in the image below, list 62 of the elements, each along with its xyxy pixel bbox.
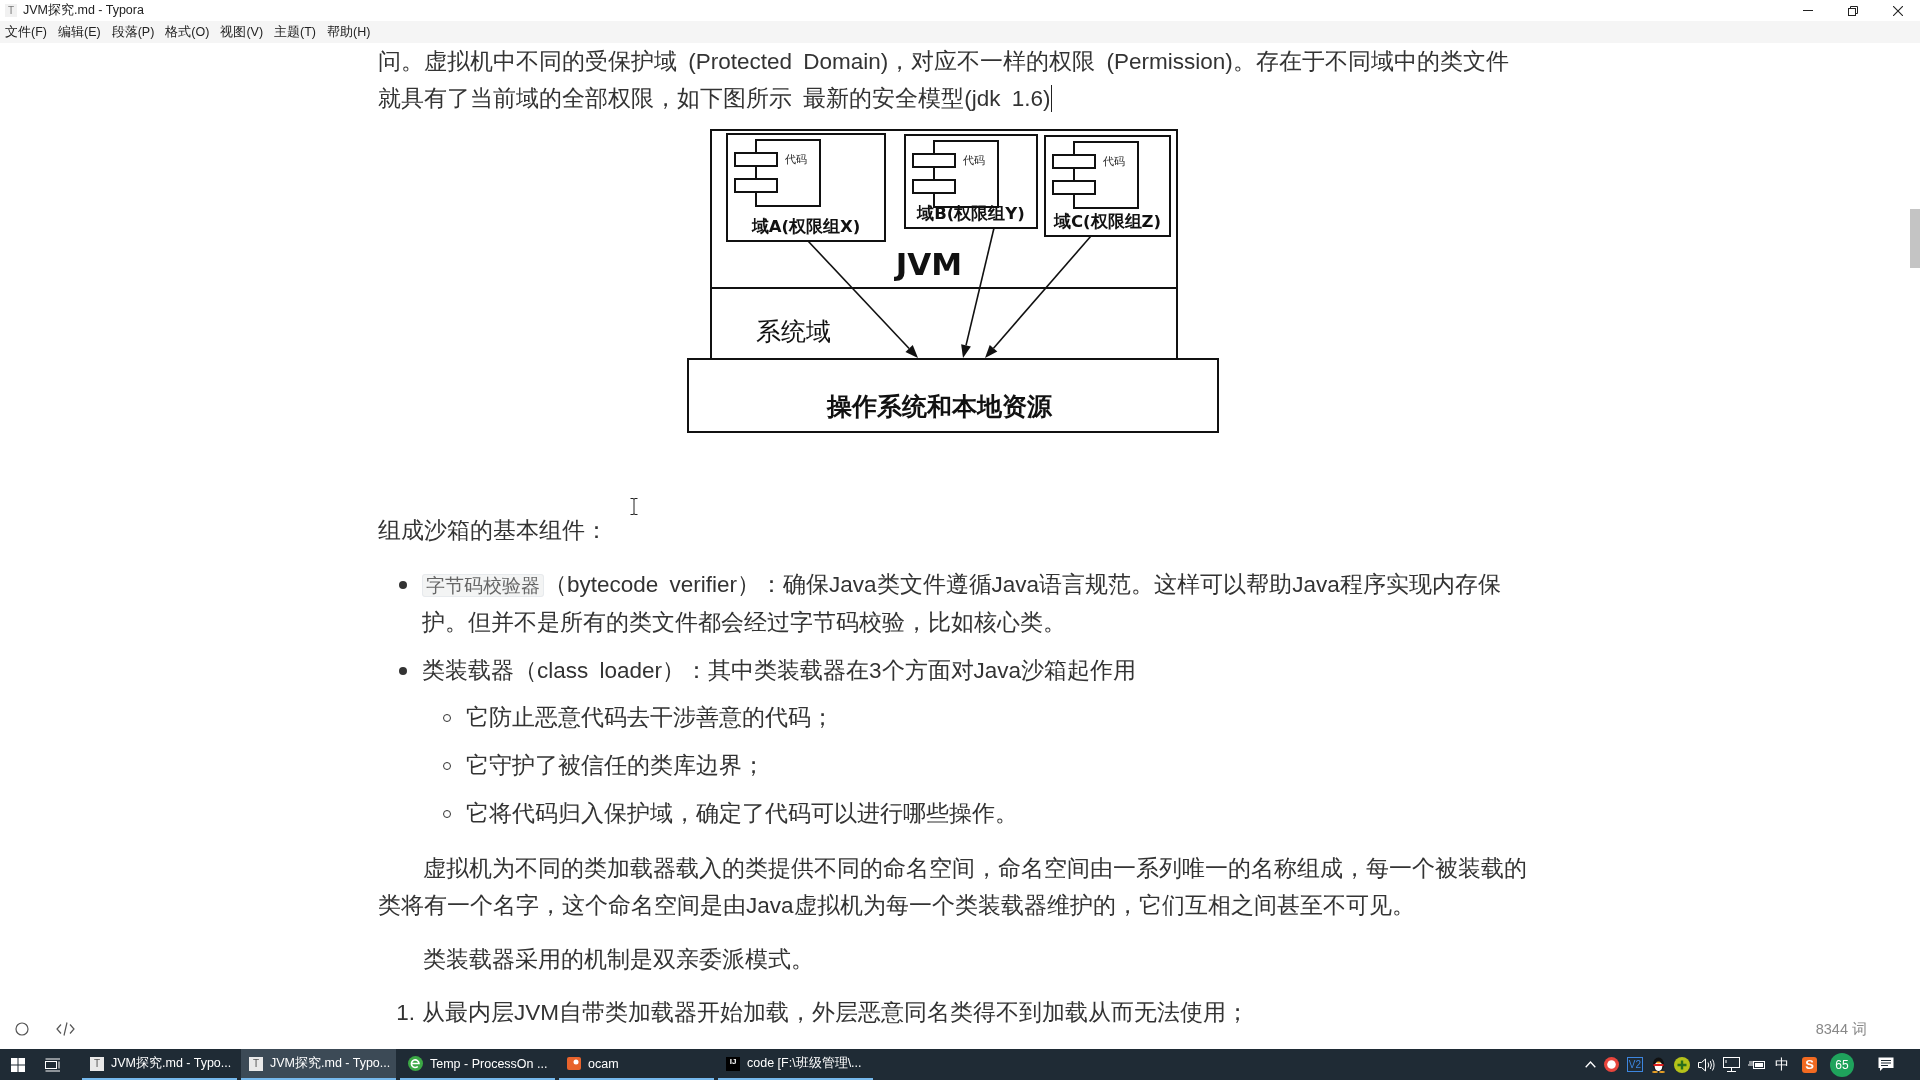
window-panes-icon (10, 1057, 25, 1072)
restore-icon (1847, 5, 1858, 16)
list-number: 1. (395, 999, 416, 1027)
menu-item[interactable]: 帮助(H) (326, 22, 372, 42)
plus-badge-icon[interactable] (1674, 1056, 1690, 1073)
notification-icon[interactable] (1878, 1057, 1894, 1072)
tray-app-icon[interactable]: V2 (1626, 1057, 1643, 1072)
chevron-up-icon[interactable] (1584, 1061, 1596, 1068)
battery-icon[interactable] (1748, 1058, 1766, 1071)
close-icon (1892, 5, 1903, 16)
input-method-indicator[interactable]: 中 (1775, 1055, 1789, 1074)
code-icon[interactable] (56, 1022, 75, 1036)
circle-icon[interactable] (15, 1022, 29, 1036)
speaker-icon[interactable] (1698, 1057, 1715, 1072)
code-label: 代码 (785, 153, 807, 166)
bullet-icon (399, 666, 407, 675)
text-cursor-icon (630, 498, 638, 515)
minimize-icon (1802, 10, 1813, 11)
menu-item[interactable]: 编辑(E) (56, 22, 102, 42)
penguin-icon[interactable] (1651, 1056, 1666, 1073)
paragraph: 类装载器采用的机制是双亲委派模式。 (422, 946, 815, 974)
menu-item[interactable]: 文件(F) (4, 22, 48, 42)
taskbar-item[interactable]: IJ code [F:\班级管理\... (718, 1049, 873, 1080)
taskbar-item[interactable]: Temp - ProcessOn ... (400, 1049, 555, 1080)
menu-item[interactable]: 格式(O) (164, 22, 211, 42)
paragraph: 组成沙箱的基本组件： (378, 517, 609, 545)
code-label: 代码 (1103, 155, 1125, 168)
list-item-text: 字节码校验器 （bytecode verifier）：确保Java类文件遵循Java语言规范。这样可以帮助Java程序实现内存保护。但并不是所有的类文件都会经过字节码校验，比如核心类。 (422, 571, 1502, 637)
ring-icon[interactable] (1603, 1057, 1619, 1072)
circle-app-icon (408, 1056, 423, 1071)
monitor-icon[interactable] (1723, 1057, 1740, 1072)
jvm-label: JVM (895, 246, 963, 282)
app-icon: IJ (726, 1056, 740, 1071)
code-label: 代码 (963, 154, 985, 167)
list-item-text: 类装载器（class loader）：其中类装载器在3个方面对Java沙箱起作用 (422, 657, 1138, 685)
task-view-icon (44, 1057, 61, 1072)
app-icon: T (249, 1056, 263, 1071)
list-item-text: 从最内层JVM自带类加载器开始加载，外层恶意同名类得不到加载从而无法使用； (422, 999, 1249, 1027)
list-item-text: 它防止恶意代码去干涉善意的代码； (466, 704, 835, 732)
taskbar-item[interactable]: T JVM探究.md - Typo... (241, 1049, 396, 1080)
menu-item[interactable]: 段落(P) (110, 22, 156, 42)
app-icon: T (90, 1056, 104, 1071)
app-icon: T (5, 4, 17, 17)
window-title: JVM探究.md - Typora (23, 2, 144, 19)
domain-label: 域C(权限组Z) (1053, 212, 1162, 231)
list-item-text: 它守护了被信任的类库边界； (466, 752, 766, 780)
component-icon (734, 139, 821, 207)
scrollbar-thumb[interactable] (1910, 209, 1920, 268)
word-count[interactable]: 8344 词 (1815, 1019, 1867, 1039)
bullet-icon (399, 580, 407, 589)
os-resources-label: 操作系统和本地资源 (826, 392, 1052, 421)
taskbar-item[interactable]: ocam (559, 1049, 714, 1080)
menu-item[interactable]: 视图(V) (219, 22, 265, 42)
taskbar-item[interactable]: T JVM探究.md - Typo... (82, 1049, 237, 1080)
list-item-text: 它将代码归入保护域，确定了代码可以进行哪些操作。 (466, 800, 1019, 828)
system-domain-label: 系统域 (756, 317, 831, 346)
menu-item[interactable]: 主题(T) (273, 22, 317, 42)
component-icon (1052, 141, 1139, 209)
app-tile-icon (567, 1057, 581, 1070)
domain-label: 域A(权限组X) (751, 217, 861, 236)
paragraph: 虚拟机为不同的类加载器载入的类提供不同的命名空间，命名空间由一系列唯一的名称组成，每一个被装载的类将有一个名字，这个命名空间是由Java虚拟机为每一个类装载器维护的，它们互相之间甚至不可见。 (378, 855, 1528, 920)
paragraph: 问。虚拟机中不同的受保护域 (Protected Domain)，对应不一样的权限 (Permission)。存在于不同域中的类文件就具有了当前域的全部权限，如下图所示 最新的安全模型(jdk 1.6) (378, 49, 1509, 111)
